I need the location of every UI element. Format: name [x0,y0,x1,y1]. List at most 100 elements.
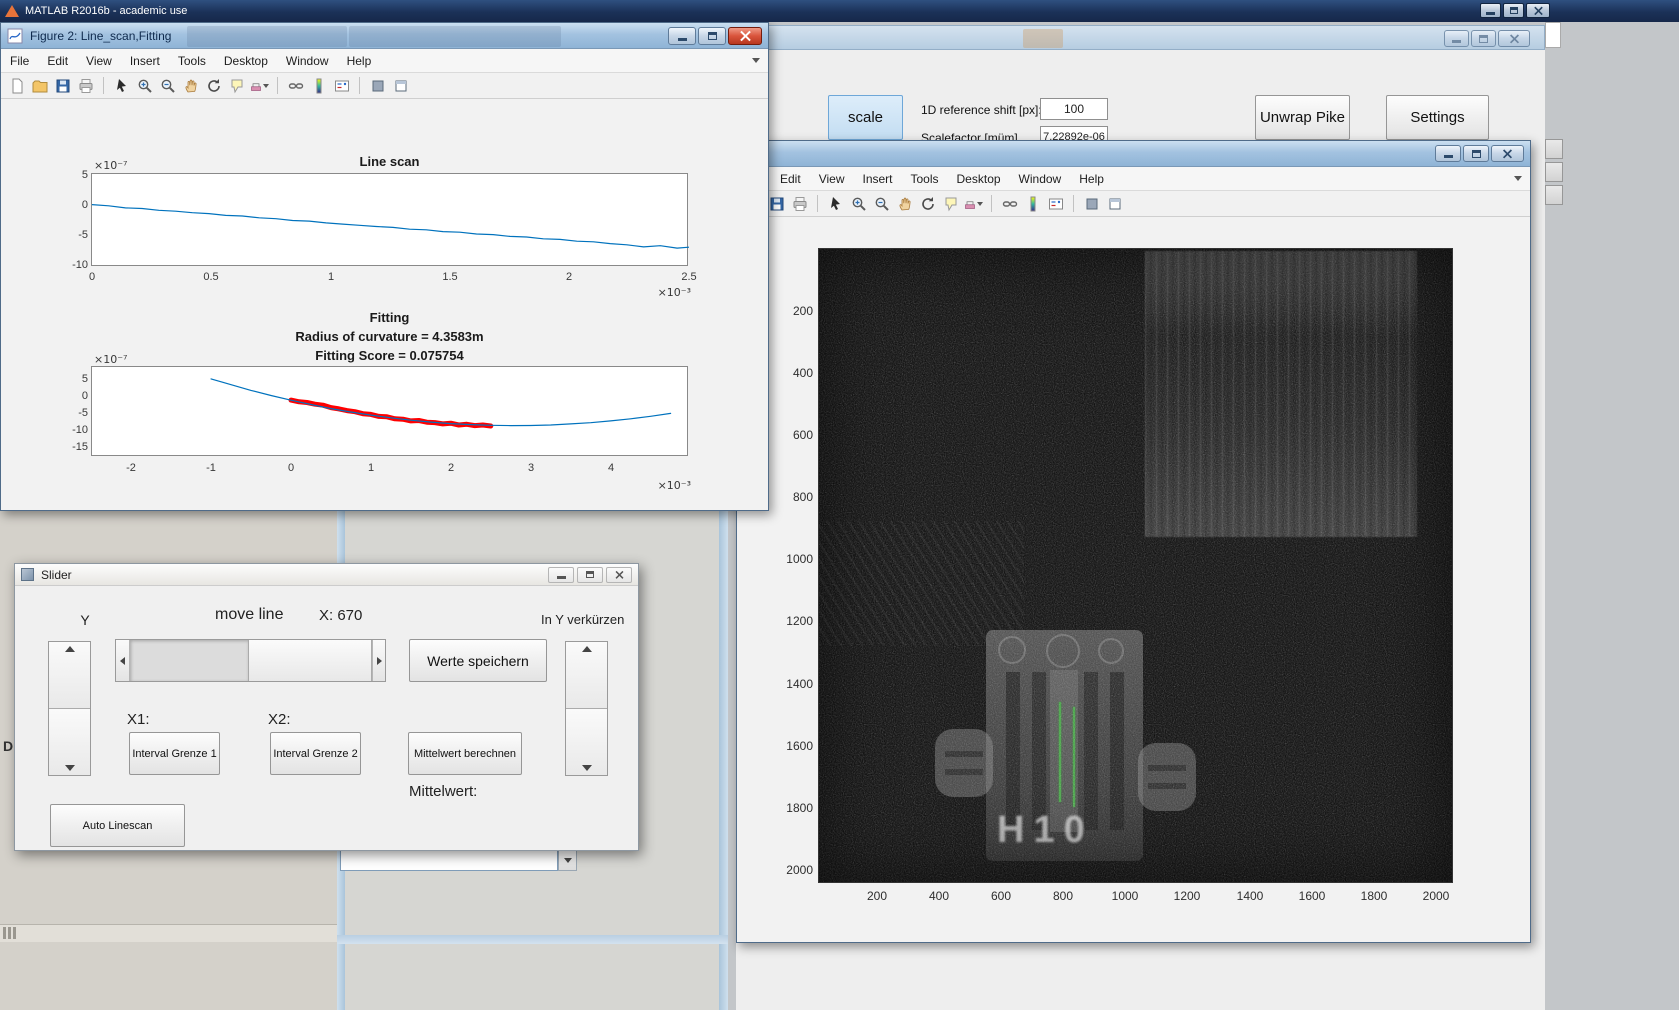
legend-button[interactable] [332,76,351,95]
bg-minimize-button[interactable] [1444,30,1469,47]
legend-button[interactable] [1046,194,1065,213]
figure2-maximize-button[interactable] [698,26,726,45]
y-scrollbar-left[interactable] [48,641,91,776]
auto-linescan-button[interactable]: Auto Linescan [50,804,185,847]
interval-grenze-1-button[interactable]: Interval Grenze 1 [129,732,220,775]
scroll-down-icon[interactable] [64,765,75,771]
plottools-hide-button[interactable] [1082,194,1101,213]
menu-window[interactable]: Window [1010,168,1071,190]
menu-edit[interactable]: Edit [38,50,77,72]
phase-image-axes[interactable]: H10 [818,248,1453,883]
image-minimize-button[interactable] [1435,145,1461,162]
brush-button[interactable] [250,76,269,95]
datatip-button[interactable] [941,194,960,213]
unwrap-pike-button[interactable]: Unwrap Pike [1255,95,1350,140]
slider-left-arrow-button[interactable] [116,640,130,681]
menu-insert[interactable]: Insert [853,168,901,190]
figure-icon [7,28,23,43]
menu-help[interactable]: Help [1070,168,1113,190]
slider-right-arrow-button[interactable] [372,640,385,681]
fitting-score-subtitle: Fitting Score = 0.075754 [315,348,464,363]
zoom-out-button[interactable] [872,194,891,213]
slider-thumb[interactable] [248,640,372,681]
slider-track[interactable] [130,640,248,681]
menu-overflow-icon[interactable] [752,58,760,63]
image-close-button[interactable] [1491,145,1524,162]
brush-button[interactable] [964,194,983,213]
menu-tools[interactable]: Tools [902,168,948,190]
ref-shift-input[interactable]: 100 [1040,98,1108,120]
colorbar-button[interactable] [1023,194,1042,213]
link-icon [288,82,303,89]
menu-view[interactable]: View [810,168,854,190]
save-figure-button[interactable] [53,76,72,95]
menu-desktop[interactable]: Desktop [215,50,277,72]
bg-maximize-button[interactable] [1471,30,1496,47]
print-button[interactable] [76,76,95,95]
menu-desktop[interactable]: Desktop [948,168,1010,190]
rotate-icon [207,78,220,92]
side-tool-button[interactable] [1545,185,1563,205]
figure2-minimize-button[interactable] [668,26,696,45]
menu-tools[interactable]: Tools [169,50,215,72]
plottools-show-button[interactable] [391,76,410,95]
interval-grenze-2-button[interactable]: Interval Grenze 2 [270,732,361,775]
main-close-button[interactable] [1526,3,1550,18]
colorbar-button[interactable] [309,76,328,95]
werte-speichern-button[interactable]: Werte speichern [409,639,547,682]
main-minimize-button[interactable] [1480,3,1501,18]
x-tick: 200 [866,889,888,903]
pointer-tool-button[interactable] [112,76,131,95]
menu-overflow-icon[interactable] [1514,176,1522,181]
dropdown-value[interactable] [340,849,558,871]
fitting-plot[interactable]: ×10⁻⁷ ×10⁻³ 5 0 -5 -10 -15 -2 -1 0 1 2 3… [72,353,691,492]
new-figure-button[interactable] [7,76,26,95]
menu-edit[interactable]: Edit [771,168,810,190]
pan-button[interactable] [895,194,914,213]
print-button[interactable] [790,194,809,213]
slider-minimize-button[interactable] [548,566,574,583]
y-tick: 1400 [786,677,813,691]
rotate3d-button[interactable] [918,194,937,213]
x-tick: 1.5 [442,271,458,283]
x-tick: 600 [990,889,1012,903]
rotate3d-button[interactable] [204,76,223,95]
side-tool-button[interactable] [1545,139,1563,159]
main-maximize-button[interactable] [1503,3,1524,18]
plottools-show-button[interactable] [1105,194,1124,213]
x-slider[interactable] [115,639,386,682]
scroll-up-icon[interactable] [581,646,592,652]
link-plots-button[interactable] [286,76,305,95]
menu-file[interactable]: File [1,50,38,72]
figure2-close-button[interactable] [728,26,762,45]
menu-window[interactable]: Window [277,50,338,72]
dropdown-arrow-button[interactable] [558,849,577,871]
pan-button[interactable] [181,76,200,95]
zoom-in-button[interactable] [849,194,868,213]
pointer-tool-button[interactable] [826,194,845,213]
scroll-down-icon[interactable] [581,765,592,771]
open-file-button[interactable] [30,76,49,95]
save-figure-button[interactable] [767,194,786,213]
line-scan-plot[interactable]: ×10⁻⁷ ×10⁻³ 5 0 -5 -10 0 0.5 1 1.5 2 2.5 [72,159,697,299]
dropdown[interactable] [340,849,577,871]
bg-close-button[interactable] [1498,30,1530,47]
slider-close-button[interactable] [606,566,632,583]
menu-view[interactable]: View [77,50,121,72]
datatip-button[interactable] [227,76,246,95]
scale-button[interactable]: scale [828,95,903,140]
side-tool-button[interactable] [1545,162,1563,182]
slider-maximize-button[interactable] [577,566,603,583]
settings-button[interactable]: Settings [1386,95,1489,140]
menu-help[interactable]: Help [338,50,381,72]
image-maximize-button[interactable] [1463,145,1489,162]
plottools-hide-button[interactable] [368,76,387,95]
scroll-up-icon[interactable] [64,646,75,652]
menu-insert[interactable]: Insert [121,50,169,72]
mittelwert-berechnen-button[interactable]: Mittelwert berechnen [408,732,522,775]
x-tick: 1000 [1111,889,1139,903]
link-plots-button[interactable] [1000,194,1019,213]
zoom-out-button[interactable] [158,76,177,95]
zoom-in-button[interactable] [135,76,154,95]
y-scrollbar-right[interactable] [565,641,608,776]
